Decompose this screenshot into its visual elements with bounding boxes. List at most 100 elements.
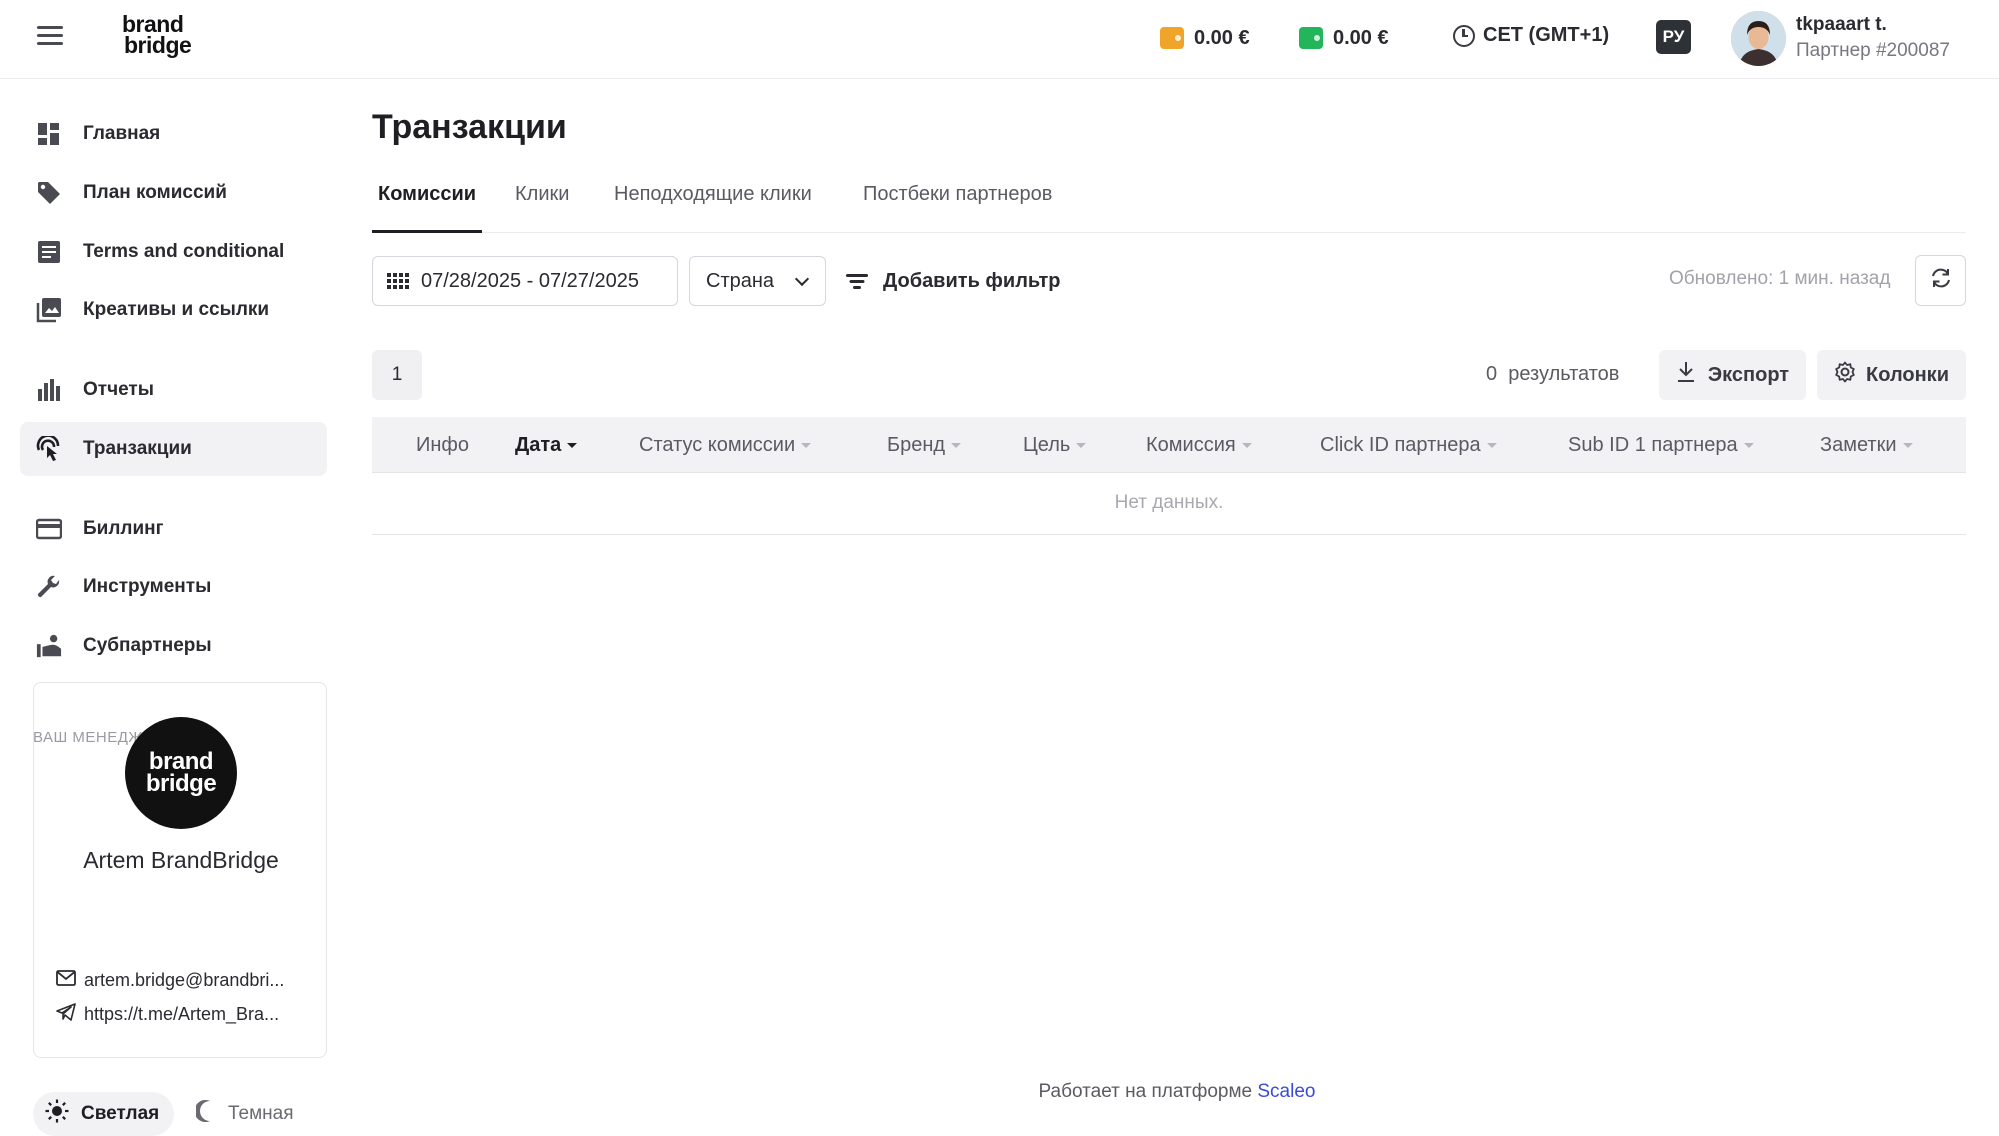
- brand-logo[interactable]: brand bridge: [122, 13, 192, 57]
- timezone-value: CET (GMT+1): [1483, 24, 1610, 46]
- column-commission[interactable]: Комиссия: [1146, 434, 1252, 457]
- manager-email[interactable]: artem.bridge@brandbri...: [56, 970, 316, 991]
- sidebar-item-label: Транзакции: [83, 438, 192, 459]
- results-label: результатов: [1508, 363, 1620, 385]
- sidebar-item-creatives[interactable]: Креативы и ссылки: [20, 283, 327, 337]
- balance-2[interactable]: 0.00 €: [1299, 24, 1389, 52]
- country-select-label: Страна: [706, 269, 775, 292]
- updated-status: Обновлено: 1 мин. назад: [1669, 268, 1891, 289]
- empty-state-text: Нет данных.: [1114, 492, 1224, 513]
- timezone[interactable]: CET (GMT+1): [1453, 24, 1609, 47]
- avatar[interactable]: [1731, 11, 1786, 66]
- touch-icon: [36, 436, 62, 462]
- sort-caret-icon: [1743, 443, 1754, 448]
- user-name[interactable]: tkpaaart t.: [1796, 14, 1887, 36]
- balance-2-value: 0.00 €: [1333, 26, 1389, 49]
- column-click-id[interactable]: Click ID партнера: [1320, 434, 1497, 457]
- manager-email-text: artem.bridge@brandbri...: [84, 970, 285, 990]
- sun-icon: [45, 1099, 69, 1129]
- sort-caret-icon: [1902, 443, 1913, 448]
- columns-button[interactable]: Колонки: [1817, 350, 1966, 400]
- dashboard-icon: [36, 121, 62, 147]
- column-label: Комиссия: [1146, 434, 1236, 456]
- sidebar-item-label: План комиссий: [83, 182, 227, 203]
- wallet-icon: [1160, 27, 1184, 49]
- sort-caret-icon: [1486, 443, 1497, 448]
- image-gallery-icon: [36, 297, 62, 323]
- bar-chart-icon: [36, 377, 62, 403]
- column-brand[interactable]: Бренд: [887, 434, 962, 457]
- column-label: Click ID партнера: [1320, 434, 1481, 456]
- column-notes[interactable]: Заметки: [1820, 434, 1913, 457]
- sidebar-item-commission-plan[interactable]: План комиссий: [20, 166, 327, 220]
- manager-name: Artem BrandBridge: [83, 847, 279, 873]
- filter-icon: [845, 272, 869, 290]
- add-filter-button[interactable]: Добавить фильтр: [845, 256, 1060, 306]
- column-label: Бренд: [887, 434, 946, 456]
- sort-caret-icon: [951, 443, 962, 448]
- document-icon: [36, 239, 62, 265]
- pagination-page[interactable]: 1: [372, 350, 422, 400]
- balance-1[interactable]: 0.00 €: [1160, 24, 1250, 52]
- export-label: Экспорт: [1707, 363, 1790, 386]
- language-switch[interactable]: РУ: [1656, 20, 1691, 54]
- sidebar-item-home[interactable]: Главная: [20, 107, 327, 161]
- sidebar-item-terms[interactable]: Terms and conditional: [20, 225, 327, 279]
- top-header: brand bridge 0.00 € 0.00 € CET (GMT+1) Р…: [0, 0, 1999, 79]
- add-filter-label: Добавить фильтр: [883, 269, 1061, 292]
- sidebar-item-transactions[interactable]: Транзакции: [20, 422, 327, 476]
- column-goal[interactable]: Цель: [1023, 434, 1087, 457]
- column-date[interactable]: Дата: [515, 434, 578, 457]
- footer: Работает на платформе Scaleo: [0, 1081, 1999, 1103]
- balance-1-value: 0.00 €: [1194, 26, 1250, 49]
- country-select[interactable]: Страна: [689, 256, 826, 306]
- column-label: Цель: [1023, 434, 1071, 456]
- subpartners-icon: [36, 633, 62, 659]
- refresh-button[interactable]: [1915, 255, 1966, 306]
- sidebar-item-reports[interactable]: Отчеты: [20, 363, 327, 417]
- column-info[interactable]: Инфо: [416, 434, 469, 457]
- column-label: Инфо: [416, 434, 469, 456]
- manager-logo-line-2: bridge: [145, 770, 217, 797]
- manager-telegram[interactable]: https://t.me/Artem_Bra...: [56, 1003, 316, 1026]
- sidebar-item-label: Креативы и ссылки: [83, 299, 270, 320]
- sidebar-item-label: Отчеты: [83, 379, 154, 400]
- gear-icon: [1834, 361, 1856, 389]
- column-label: Sub ID 1 партнера: [1568, 434, 1738, 456]
- footer-link[interactable]: Scaleo: [1257, 1081, 1315, 1102]
- manager-card: brand bridge Artem BrandBridge artem.bri…: [33, 682, 327, 1058]
- tab-partner-postbacks[interactable]: Постбеки партнеров: [863, 183, 1052, 228]
- column-commission-status[interactable]: Статус комиссии: [639, 434, 812, 457]
- tab-clicks[interactable]: Клики: [515, 183, 569, 228]
- export-button[interactable]: Экспорт: [1659, 350, 1806, 400]
- moon-icon: [194, 1099, 216, 1129]
- telegram-icon: [56, 1003, 76, 1026]
- sidebar-item-label: Биллинг: [83, 518, 164, 539]
- sort-caret-icon: [1241, 443, 1252, 448]
- column-sub-id-1[interactable]: Sub ID 1 партнера: [1568, 434, 1754, 457]
- date-range-value: 07/28/2025 - 07/27/2025: [421, 269, 639, 292]
- tab-unsuitable-clicks[interactable]: Неподходящие клики: [614, 183, 812, 228]
- active-tab-indicator: [372, 230, 482, 233]
- table-empty-row: Нет данных.: [372, 474, 1966, 535]
- sidebar-item-tools[interactable]: Инструменты: [20, 560, 327, 614]
- wrench-icon: [36, 574, 62, 600]
- footer-text: Работает на платформе: [1038, 1081, 1253, 1102]
- sidebar-item-subpartners[interactable]: Субпартнеры: [20, 619, 327, 673]
- chevron-down-icon: [794, 271, 810, 287]
- wallet-icon: [1299, 27, 1323, 49]
- tabs: Комиссии Клики Неподходящие клики Постбе…: [372, 170, 1966, 233]
- sort-caret-icon: [567, 443, 578, 448]
- menu-icon[interactable]: [37, 26, 63, 48]
- sidebar-item-label: Terms and conditional: [83, 241, 285, 262]
- date-range-picker[interactable]: 07/28/2025 - 07/27/2025: [372, 256, 678, 306]
- manager-telegram-text: https://t.me/Artem_Bra...: [84, 1004, 280, 1024]
- mail-icon: [56, 970, 76, 991]
- sidebar-item-label: Главная: [83, 123, 161, 144]
- sidebar-item-billing[interactable]: Биллинг: [20, 502, 327, 556]
- clock-icon: [1453, 24, 1475, 47]
- tab-commissions[interactable]: Комиссии: [378, 183, 476, 228]
- partner-id: Партнер #200087: [1796, 40, 1950, 61]
- credit-card-icon: [36, 516, 62, 542]
- theme-dark-label: Темная: [228, 1103, 294, 1124]
